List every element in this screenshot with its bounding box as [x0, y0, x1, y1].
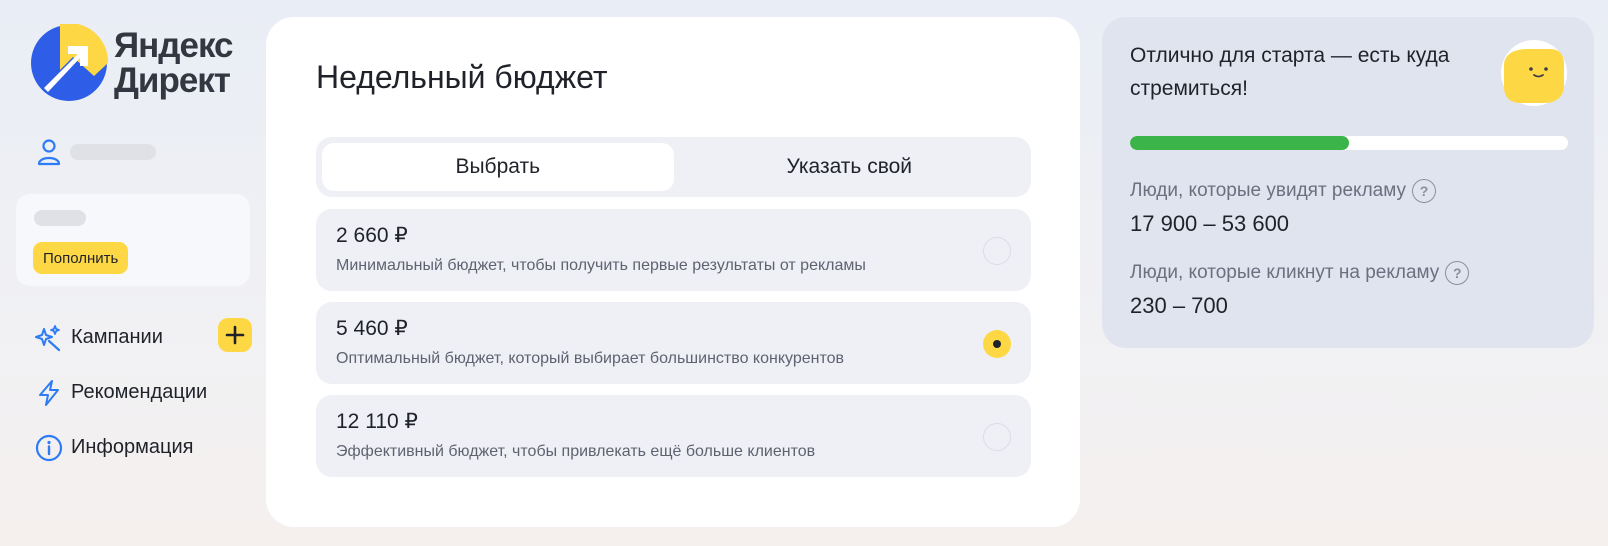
- topup-button[interactable]: Пополнить: [33, 242, 129, 274]
- balance-placeholder: [34, 210, 86, 226]
- metric-label-row: Люди, которые кликнут на рекламу ?: [1130, 261, 1470, 285]
- option-radio[interactable]: [983, 330, 1011, 358]
- sidebar-item-recommendations[interactable]: Рекомендации: [35, 365, 250, 420]
- option-price: 5 460 ₽: [336, 317, 408, 340]
- metric-clicks: Люди, которые кликнут на рекламу ? 230 –…: [1130, 261, 1470, 319]
- tab-custom[interactable]: Указать свой: [674, 143, 1026, 191]
- tab-choose[interactable]: Выбрать: [322, 143, 674, 191]
- option-radio[interactable]: [983, 237, 1011, 265]
- sidebar-item-information[interactable]: Информация: [35, 420, 250, 475]
- forecast-progress-bar: [1130, 136, 1568, 150]
- budget-option-effective[interactable]: 12 110 ₽ Эффективный бюджет, чтобы привл…: [316, 395, 1031, 477]
- option-description: Оптимальный бюджет, который выбирает бол…: [336, 350, 844, 367]
- info-icon: [35, 434, 63, 461]
- budget-option-optimal[interactable]: 5 460 ₽ Оптимальный бюджет, который выби…: [316, 302, 1031, 384]
- plus-icon: [225, 325, 245, 345]
- balance-card: Пополнить: [16, 194, 250, 286]
- page-title: Недельный бюджет: [316, 59, 608, 95]
- metric-label: Люди, которые кликнут на рекламу: [1130, 262, 1440, 283]
- forecast-panel: Отлично для старта — есть куда стремитьс…: [1102, 17, 1594, 348]
- lightning-icon: [39, 379, 59, 406]
- yandex-direct-logo-icon: [31, 24, 108, 101]
- user-icon: [37, 139, 61, 166]
- user-name-placeholder: [70, 144, 156, 160]
- logo-line-1: Яндекс: [114, 26, 233, 65]
- logo[interactable]: Яндекс Директ: [30, 24, 233, 102]
- metric-value: 230 – 700: [1130, 293, 1228, 318]
- sparkles-icon: [35, 324, 61, 351]
- sidebar-item-label: Рекомендации: [71, 381, 208, 403]
- budget-mode-tabs: Выбрать Указать свой: [316, 137, 1031, 197]
- logo-line-2: Директ: [114, 61, 231, 100]
- user-profile[interactable]: [36, 138, 156, 166]
- forecast-headline: Отлично для старта — есть куда стремитьс…: [1130, 44, 1450, 100]
- option-radio[interactable]: [983, 423, 1011, 451]
- sidebar-nav: Кампании Рекомендации Информация: [35, 310, 252, 475]
- logo-text: Яндекс Директ: [114, 28, 233, 98]
- help-icon[interactable]: ?: [1445, 261, 1470, 285]
- weekly-budget-card: Недельный бюджет Выбрать Указать свой 2 …: [266, 17, 1080, 527]
- smiley-mascot-icon: [1501, 40, 1567, 106]
- help-icon[interactable]: ?: [1412, 179, 1437, 203]
- forecast-progress-fill: [1130, 136, 1349, 150]
- budget-option-minimal[interactable]: 2 660 ₽ Минимальный бюджет, чтобы получи…: [316, 209, 1031, 291]
- option-price: 2 660 ₽: [336, 224, 408, 247]
- option-description: Минимальный бюджет, чтобы получить первы…: [336, 257, 866, 274]
- option-price: 12 110 ₽: [336, 410, 418, 433]
- metric-label: Люди, которые увидят рекламу: [1130, 180, 1407, 201]
- sidebar-item-campaigns[interactable]: Кампании: [35, 310, 252, 365]
- option-description: Эффективный бюджет, чтобы привлекать ещё…: [336, 443, 816, 460]
- metric-value: 17 900 – 53 600: [1130, 211, 1290, 236]
- sidebar-item-label: Кампании: [71, 326, 163, 348]
- metric-label-row: Люди, которые увидят рекламу ?: [1130, 179, 1437, 203]
- metric-reach: Люди, которые увидят рекламу ? 17 900 – …: [1130, 179, 1437, 237]
- add-campaign-button[interactable]: [218, 318, 252, 352]
- sidebar-item-label: Информация: [71, 436, 194, 458]
